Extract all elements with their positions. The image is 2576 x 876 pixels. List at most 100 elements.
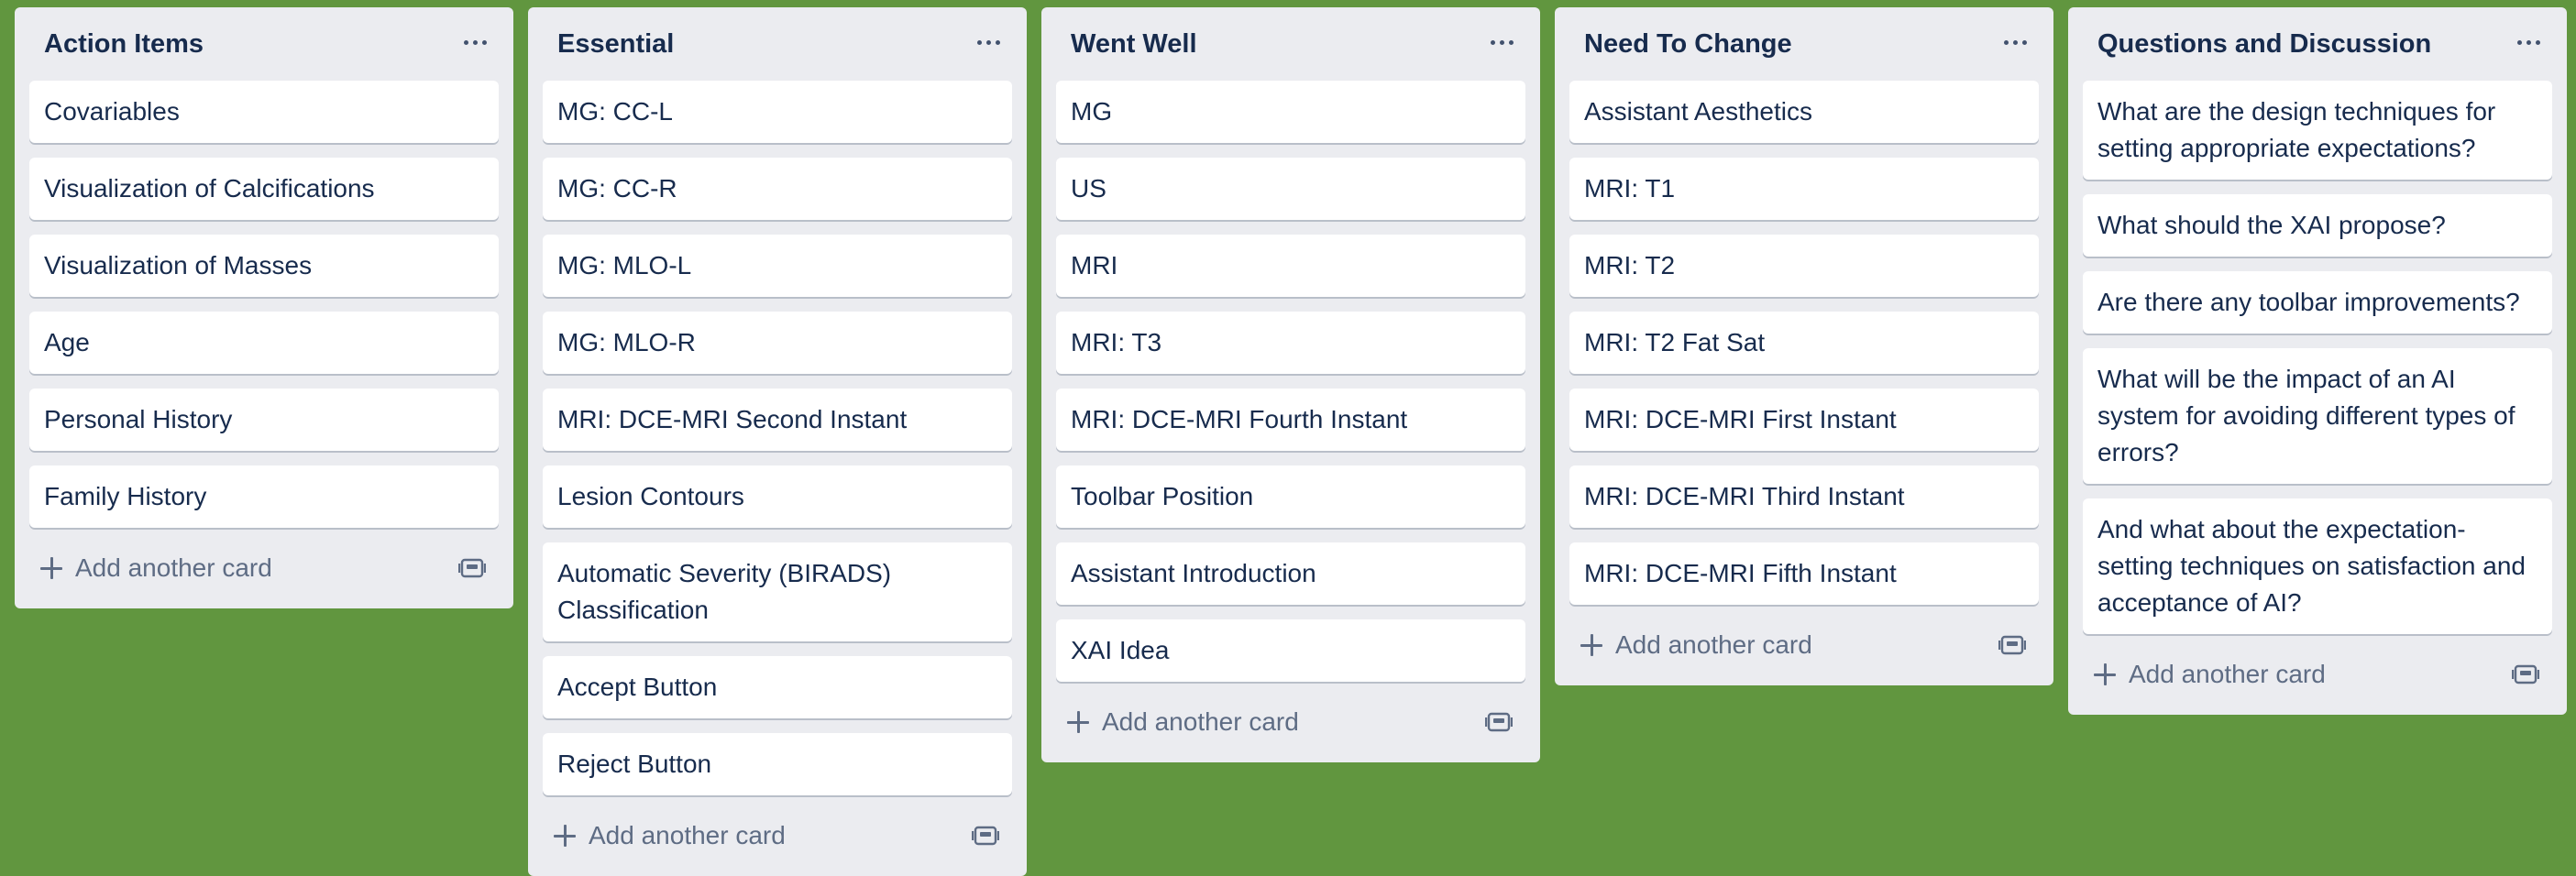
card[interactable]: MG: CC-R [543,158,1012,220]
card[interactable]: And what about the expectation-setting t… [2083,498,2552,634]
card-list: MG US MRI MRI: T3 MRI: DCE-MRI Fourth In… [1056,81,1525,682]
plus-icon [1067,711,1089,733]
list-need-to-change: Need To Change Assistant Aesthetics MRI:… [1555,7,2053,685]
list-menu-button[interactable] [455,22,495,62]
list-header: Essential [543,7,1012,81]
more-dot [481,39,487,45]
list-footer: Add another card [543,795,1012,876]
more-dot [985,39,991,45]
list-essential: Essential MG: CC-L MG: CC-R MG: MLO-L MG… [528,7,1027,876]
card-list: Assistant Aesthetics MRI: T1 MRI: T2 MRI… [1569,81,2039,605]
more-dot [2535,39,2540,45]
add-card-button[interactable]: Add another card [31,546,283,590]
list-title[interactable]: Essential [557,26,674,62]
list-header: Questions and Discussion [2083,7,2552,81]
card[interactable]: MRI: T3 [1056,312,1525,374]
more-horizontal-icon [2003,39,2009,45]
card-template-icon[interactable] [1485,709,1513,735]
card[interactable]: MRI: DCE-MRI Fourth Instant [1056,389,1525,451]
card-list: Covariables Visualization of Calcificati… [29,81,499,528]
card[interactable]: Assistant Introduction [1056,542,1525,605]
card-template-icon[interactable] [1998,632,2026,658]
plus-icon [40,557,62,579]
card[interactable]: MG: MLO-L [543,235,1012,297]
more-dot [472,39,478,45]
card[interactable]: Visualization of Masses [29,235,499,297]
list-title[interactable]: Need To Change [1584,26,1792,62]
card-template-icon[interactable] [972,823,999,849]
card[interactable]: MRI: T2 Fat Sat [1569,312,2039,374]
list-menu-button[interactable] [2508,22,2548,62]
more-dot [1508,39,1514,45]
list-menu-button[interactable] [968,22,1008,62]
more-dot [2021,39,2027,45]
add-card-label: Add another card [1102,707,1299,736]
card-list: What are the design techniques for setti… [2083,81,2552,634]
add-card-label: Add another card [589,821,786,849]
card-template-icon[interactable] [2512,662,2539,687]
add-card-button[interactable]: Add another card [1571,623,1823,667]
card[interactable]: XAI Idea [1056,619,1525,682]
card[interactable]: Accept Button [543,656,1012,718]
add-card-button[interactable]: Add another card [545,814,797,858]
list-menu-button[interactable] [1481,22,1522,62]
card[interactable]: MG [1056,81,1525,143]
card[interactable]: Age [29,312,499,374]
card[interactable]: Reject Button [543,733,1012,795]
card[interactable]: Lesion Contours [543,465,1012,528]
list-went-well: Went Well MG US MRI MRI: T3 MRI: DCE-MRI… [1041,7,1540,762]
card[interactable]: MRI: DCE-MRI Fifth Instant [1569,542,2039,605]
card[interactable]: Are there any toolbar improvements? [2083,271,2552,334]
card[interactable]: What are the design techniques for setti… [2083,81,2552,180]
card[interactable]: MG: CC-L [543,81,1012,143]
board: Action Items Covariables Visualization o… [0,0,2576,876]
more-horizontal-icon [1490,39,1495,45]
card[interactable]: US [1056,158,1525,220]
add-card-label: Add another card [2129,660,2326,688]
list-header: Action Items [29,7,499,81]
list-questions-and-discussion: Questions and Discussion What are the de… [2068,7,2567,715]
list-footer: Add another card [1056,682,1525,762]
plus-icon [1580,634,1602,656]
list-action-items: Action Items Covariables Visualization o… [15,7,513,608]
add-card-button[interactable]: Add another card [2085,652,2337,696]
card[interactable]: Visualization of Calcifications [29,158,499,220]
card[interactable]: MRI [1056,235,1525,297]
list-menu-button[interactable] [1995,22,2035,62]
card[interactable]: MRI: T2 [1569,235,2039,297]
card[interactable]: Personal History [29,389,499,451]
add-card-button[interactable]: Add another card [1058,700,1310,744]
list-footer: Add another card [2083,634,2552,715]
card[interactable]: MRI: DCE-MRI Second Instant [543,389,1012,451]
card[interactable]: Automatic Severity (BIRADS) Classificati… [543,542,1012,641]
list-header: Need To Change [1569,7,2039,81]
more-horizontal-icon [976,39,982,45]
card[interactable]: MRI: T1 [1569,158,2039,220]
card[interactable]: MRI: DCE-MRI First Instant [1569,389,2039,451]
card[interactable]: Family History [29,465,499,528]
more-horizontal-icon [463,39,468,45]
list-title[interactable]: Questions and Discussion [2097,26,2431,62]
add-card-label: Add another card [1615,630,1812,659]
list-title[interactable]: Went Well [1071,26,1197,62]
card[interactable]: Covariables [29,81,499,143]
more-dot [1499,39,1504,45]
more-horizontal-icon [2516,39,2522,45]
list-title[interactable]: Action Items [44,26,204,62]
plus-icon [554,825,576,847]
card[interactable]: MG: MLO-R [543,312,1012,374]
more-dot [2526,39,2531,45]
card[interactable]: What should the XAI propose? [2083,194,2552,257]
card-template-icon[interactable] [458,555,486,581]
list-footer: Add another card [1569,605,2039,685]
plus-icon [2094,663,2116,685]
list-footer: Add another card [29,528,499,608]
more-dot [995,39,1000,45]
list-header: Went Well [1056,7,1525,81]
more-dot [2012,39,2018,45]
card[interactable]: MRI: DCE-MRI Third Instant [1569,465,2039,528]
add-card-label: Add another card [75,553,272,582]
card[interactable]: What will be the impact of an AI system … [2083,348,2552,484]
card[interactable]: Toolbar Position [1056,465,1525,528]
card[interactable]: Assistant Aesthetics [1569,81,2039,143]
